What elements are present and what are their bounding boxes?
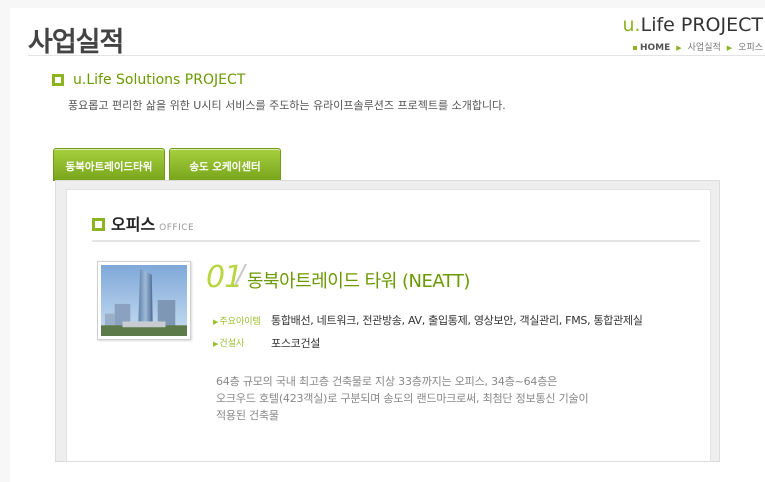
page: 사업실적 u.Life PROJECT HOME ▶ 사업실적 ▶ 오피스 u.Life… [0,0,765,482]
page-title: 사업실적 [28,27,124,58]
project-panel-inner: 오피스 OFFICE 01 / 동북아트레이드 타워 (NEATT) ▶주요아이… [66,189,711,461]
description-line: 오크우드 호텔(423객실)로 구분되며 송도의 랜드마크로써, 최첨단 정보통… [216,392,589,405]
brand-logo-prefix: u. [622,14,641,36]
breadcrumb: HOME ▶ 사업실적 ▶ 오피스 [632,40,763,53]
breadcrumb-arrow-icon: ▶ [726,44,733,52]
triangle-bullet-icon: ▶ [213,318,219,326]
header-divider [28,55,765,56]
project-number-slash: / [236,260,245,290]
brand-logo-text: Life PROJECT [640,14,763,36]
items-value: 통합배선, 네트워크, 전관방송, AV, 출입통제, 영상보안, 객실관리, … [271,314,643,327]
building-photo-image [101,265,187,336]
description-line: 적용된 건축물 [216,409,279,422]
office-heading: 오피스 OFFICE [92,211,194,235]
square-bullet-icon [92,218,105,231]
breadcrumb-business-link[interactable]: 사업실적 [688,43,721,53]
section-title: u.Life Solutions PROJECT [73,72,246,88]
office-divider [92,240,700,242]
builder-label: ▶건설사 [213,336,244,349]
breadcrumb-bullet-icon [632,45,637,50]
square-bullet-icon [52,74,64,86]
builder-label-text: 건설사 [219,339,245,349]
section-header: u.Life Solutions PROJECT [52,72,245,88]
project-description: 64층 규모의 국내 최고층 건축물로 지상 33층까지는 오피스, 34층~6… [216,373,676,424]
building-photo [97,261,191,340]
items-label: ▶주요아이템 [213,314,261,327]
project-panel: 오피스 OFFICE 01 / 동북아트레이드 타워 (NEATT) ▶주요아이… [55,180,720,462]
breadcrumb-current: 오피스 [738,43,763,53]
tab-songdo-ok-center[interactable]: 송도 오케이센터 [169,148,281,181]
section-description: 풍요롭고 편리한 삶을 위한 U시티 서비스를 주도하는 유라이프솔루션즈 프로… [68,99,506,112]
brand-logo: u.Life PROJECT [623,14,763,36]
tab-neatt[interactable]: 동북아트레이드타워 [53,148,165,181]
breadcrumb-arrow-icon: ▶ [676,44,682,52]
project-name: 동북아트레이드 타워 (NEATT) [247,271,470,292]
items-label-text: 주요아이템 [219,317,261,327]
triangle-bullet-icon: ▶ [213,340,219,348]
builder-value: 포스코건설 [271,337,321,350]
office-title: 오피스 [111,215,156,234]
office-subtitle: OFFICE [159,223,195,233]
description-line: 64층 규모의 국내 최고층 건축물로 지상 33층까지는 오피스, 34층~6… [216,375,558,388]
breadcrumb-home-link[interactable]: HOME [640,43,670,53]
